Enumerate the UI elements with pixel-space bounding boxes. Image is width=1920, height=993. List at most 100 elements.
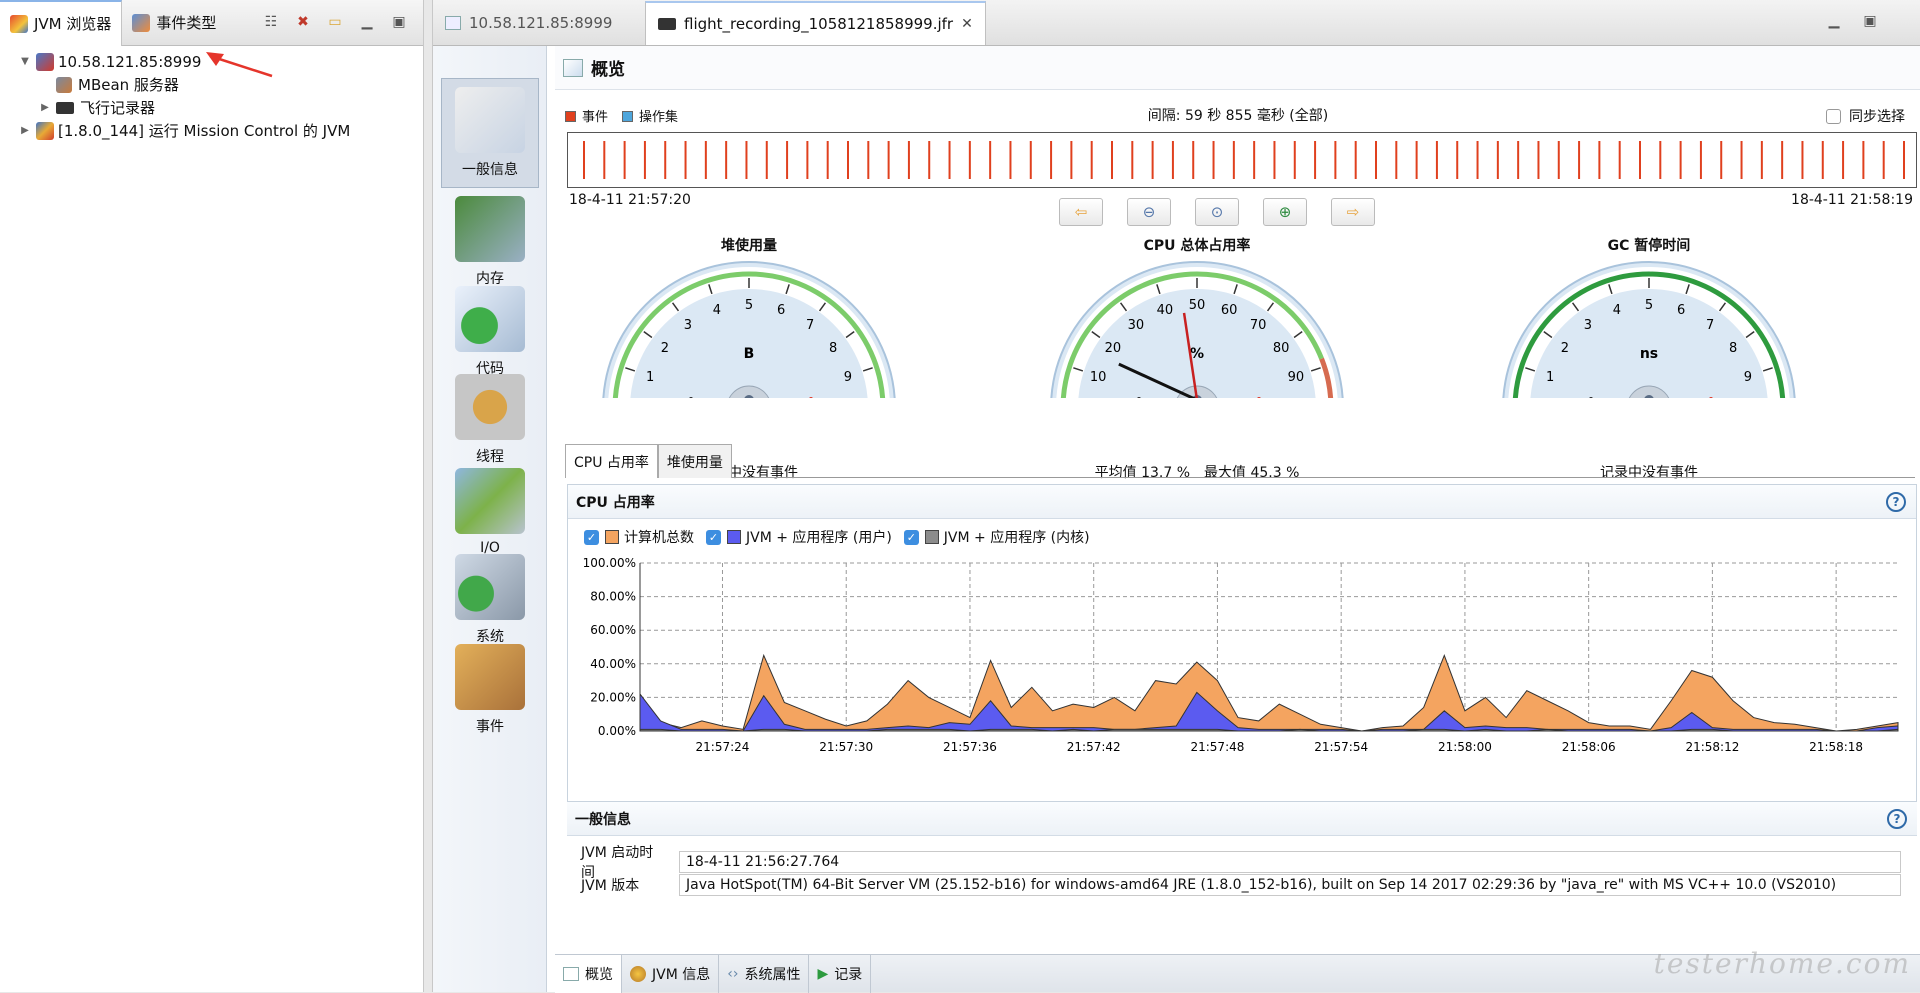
jvm-start-time-field[interactable]: 18-4-11 21:56:27.764 [679, 851, 1901, 873]
jvm-browser-panel: JVM 浏览器 事件类型 ☷ ✖ ▭ ▁ ▣ ▼ 10.58.121.85:89… [0, 0, 424, 992]
series-checkbox[interactable]: ✓ [584, 529, 599, 545]
gauge-tick-label: 7 [806, 318, 814, 333]
tab-label: 概览 [585, 967, 613, 983]
zoom-fit-icon: ⊙ [1210, 203, 1224, 221]
scroll-right-button[interactable]: ⇨ [1331, 198, 1375, 226]
gauge-tick-label: 1 [1546, 370, 1554, 385]
tab-cpu-usage[interactable]: CPU 占用率 [565, 444, 658, 478]
x-tick-label: 21:57:54 [1314, 740, 1368, 754]
overview-icon [563, 58, 583, 77]
expand-arrow-icon[interactable]: ▶ [18, 125, 32, 136]
gauge-tick-label: 8 [829, 341, 837, 356]
jvm-version-field[interactable]: Java HotSpot(TM) 64-Bit Server VM (25.15… [679, 874, 1901, 896]
general-info-header: 一般信息 ? [567, 802, 1917, 836]
series-swatch [924, 530, 939, 544]
nav-item-general-info[interactable]: 一般信息 [441, 78, 539, 188]
gauge-tick-label: 10 [1090, 370, 1107, 385]
gauge-tick-label: 5 [745, 298, 753, 313]
x-tick-label: 21:58:06 [1562, 740, 1616, 754]
tree-item-label: 10.58.121.85:8999 [58, 52, 202, 71]
sync-selection-checkbox[interactable]: 同步选择 [1826, 106, 1905, 126]
gauge-tick-label: 50 [1189, 298, 1206, 313]
series-total-area [639, 653, 1899, 732]
gauge-tick-label: 6 [1677, 303, 1685, 318]
watermark: testerhome.com [1653, 947, 1911, 980]
gauge-tick-label: 7 [1706, 318, 1714, 333]
cpu-area-chart[interactable]: 0.00% 20.00% 40.00% 60.00% 80.00% 100.00% 21:5… [568, 549, 1916, 801]
memory-icon [455, 196, 525, 262]
tab-label: 10.58.121.85:8999 [469, 14, 613, 32]
tab-label: 系统属性 [744, 967, 801, 983]
y-tick-label: 40.00% [590, 657, 636, 671]
disconnect-icon[interactable]: ✖ [293, 13, 313, 31]
scroll-left-button[interactable]: ⇦ [1059, 198, 1103, 226]
page-title: 概览 [591, 60, 625, 80]
gauge-dial: 012345678910ns [1501, 261, 1797, 431]
jvm-info-icon [630, 966, 646, 982]
close-icon[interactable]: ✕ [961, 16, 973, 32]
zoom-out-button[interactable]: ⊖ [1127, 198, 1171, 226]
event-timeline[interactable] [567, 132, 1917, 188]
gauge-unit: ns [1640, 346, 1658, 362]
tree-item-flight-recorder[interactable]: ▶ 飞行记录器 [0, 96, 423, 119]
chart-legend: ✓ 计算机总数 ✓ JVM + 应用程序 (用户) ✓ JVM + 应用程序 (内核) [584, 527, 1090, 547]
series-checkbox[interactable]: ✓ [706, 529, 721, 545]
gauge-title: 堆使用量 [721, 238, 777, 254]
tree-item-label: 飞行记录器 [80, 99, 156, 117]
maximize-icon[interactable]: ▣ [389, 13, 409, 31]
tab-heap-usage[interactable]: 堆使用量 [657, 444, 732, 478]
nav-item-events[interactable]: 事件 [441, 634, 539, 744]
tree-layout-icon[interactable]: ☷ [261, 13, 281, 31]
help-icon[interactable]: ? [1887, 809, 1907, 829]
zoom-out-icon: ⊖ [1142, 203, 1156, 221]
timeline-end: 18-4-11 21:58:19 [1791, 192, 1913, 208]
x-tick-label: 21:57:36 [943, 740, 997, 754]
annotation-arrow [206, 52, 273, 78]
system-properties-icon: ‹› [727, 966, 739, 982]
tab-flight-recording[interactable]: flight_recording_1058121858999.jfr ✕ [645, 1, 986, 45]
tab-label: flight_recording_1058121858999.jfr [684, 15, 954, 33]
new-folder-icon[interactable]: ▭ [325, 13, 345, 31]
tab-overview[interactable]: 概览 [555, 955, 622, 993]
chart-header: CPU 占用率 ? [568, 485, 1916, 519]
system-icon [455, 554, 525, 620]
help-icon[interactable]: ? [1886, 492, 1906, 512]
timeline-zoom-toolbar: ⇦ ⊖ ⊙ ⊕ ⇨ [1059, 198, 1375, 226]
zoom-all-button[interactable]: ⊙ [1195, 198, 1239, 226]
series-checkbox[interactable]: ✓ [903, 529, 919, 545]
gauge-tick-label: 5 [1645, 298, 1653, 313]
zoom-in-button[interactable]: ⊕ [1263, 198, 1307, 226]
tab-system-properties[interactable]: ‹› 系统属性 [719, 955, 810, 993]
info-label: JVM 版本 [581, 878, 640, 894]
tab-recording[interactable]: ▶ 记录 [809, 955, 872, 993]
y-tick-label: 80.00% [590, 590, 636, 604]
tab-remote-jvm[interactable]: 10.58.121.85:8999 [433, 1, 641, 45]
events-icon [455, 644, 525, 710]
minimize-icon[interactable]: ▁ [1824, 12, 1844, 30]
minimize-icon[interactable]: ▁ [357, 13, 377, 31]
tab-jvm-info[interactable]: JVM 信息 [622, 955, 720, 993]
maximize-icon[interactable]: ▣ [1860, 12, 1880, 30]
page-header: 概览 [555, 46, 1920, 90]
legend-series-0[interactable]: ✓ 计算机总数 [584, 527, 694, 547]
gauge-dial: 012345678910B [601, 261, 897, 431]
checkbox-box[interactable] [1826, 108, 1841, 124]
tree-item-local-jvm[interactable]: ▶ [1.8.0_144] 运行 Mission Control 的 JVM [0, 119, 423, 142]
series-label: 计算机总数 [624, 530, 694, 546]
legend-series-1[interactable]: ✓ JVM + 应用程序 (用户) [706, 527, 892, 547]
tab-event-types[interactable]: 事件类型 [122, 0, 226, 46]
legend-series-2[interactable]: ✓ JVM + 应用程序 (内核) [903, 527, 1090, 547]
tab-jvm-browser[interactable]: JVM 浏览器 [0, 0, 123, 46]
nav-item-label: 一般信息 [462, 162, 518, 178]
flight-recorder-icon [658, 18, 676, 30]
interval-label: 间隔: 59 秒 855 毫秒 (全部) [1147, 108, 1329, 124]
expand-arrow-icon[interactable]: ▼ [18, 56, 32, 67]
x-tick-label: 21:57:42 [1067, 740, 1121, 754]
general-info-panel: 一般信息 ? JVM 启动时间 18-4-11 21:56:27.764 JVM… [567, 802, 1917, 934]
arrow-left-icon: ⇦ [1074, 203, 1088, 221]
arrow-right-icon: ⇨ [1346, 203, 1360, 221]
info-row-jvm-version: JVM 版本 Java HotSpot(TM) 64-Bit Server VM… [581, 874, 1901, 896]
gauge-tick-label: 2 [661, 341, 669, 356]
gauge-tick-label: 8 [1729, 341, 1737, 356]
expand-arrow-icon[interactable]: ▶ [38, 102, 52, 113]
